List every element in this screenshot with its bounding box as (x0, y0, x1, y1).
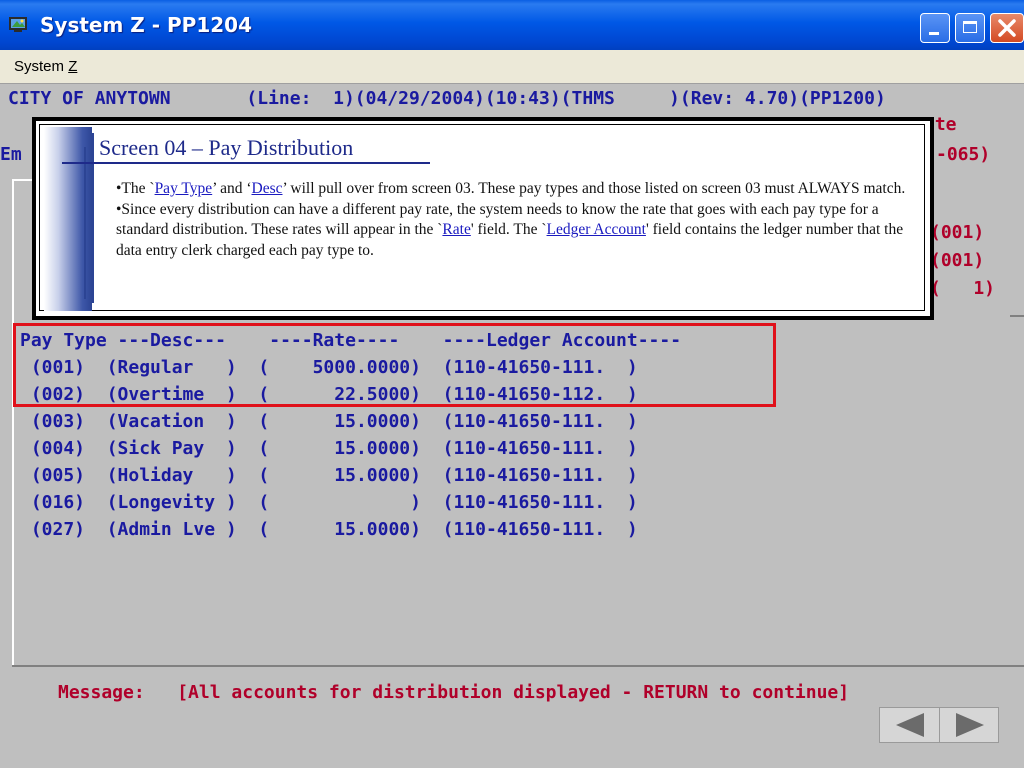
window-title: System Z - PP1204 (40, 13, 252, 37)
callout-bullet: •Since every distribution can have a dif… (116, 200, 916, 262)
frame-bottom-line (12, 665, 1024, 667)
app-icon (9, 17, 27, 32)
header-fragment-001a: (001) (930, 222, 985, 243)
frame-right-tick (1010, 315, 1024, 317)
header-fragment-001b: (001) (930, 250, 985, 271)
frame-left-line (12, 179, 14, 667)
rate-link[interactable]: Rate (442, 221, 470, 238)
next-button[interactable] (940, 708, 999, 742)
next-arrow-icon (956, 713, 984, 737)
callout-box: Screen 04 – Pay Distribution •The `Pay T… (32, 117, 934, 320)
terminal-header: CITY OF ANYTOWN (Line: 1)(04/29/2004)(10… (8, 88, 886, 109)
pay-type-link[interactable]: Pay Type (155, 180, 213, 197)
maximize-button[interactable] (955, 13, 985, 43)
table-row: (005) (Holiday ) ( 15.0000) (110-41650-1… (20, 465, 638, 486)
ledger-account-link[interactable]: Ledger Account (547, 221, 646, 238)
callout-text: ’ will pull over from screen 03. These p… (282, 180, 906, 197)
close-button[interactable] (990, 13, 1024, 43)
highlight-box (13, 323, 776, 407)
header-fragment-1: ( 1) (930, 278, 996, 299)
callout-text: •The ` (116, 180, 155, 197)
callout-title: Screen 04 – Pay Distribution (99, 135, 354, 160)
table-row: (003) (Vacation ) ( 15.0000) (110-41650-… (20, 411, 638, 432)
prev-arrow-icon (896, 713, 924, 737)
table-row: (004) (Sick Pay ) ( 15.0000) (110-41650-… (20, 438, 638, 459)
menu-system-z[interactable]: System Z (14, 58, 77, 75)
callout-text: ' field. The ` (470, 221, 547, 238)
slide-navigation (879, 707, 999, 743)
callout-side-line (84, 147, 86, 299)
header-fragment-em: Em (0, 144, 22, 165)
table-row: (016) (Longevity ) ( ) (110-41650-111. ) (20, 492, 638, 513)
minimize-button[interactable] (920, 13, 950, 43)
desc-link[interactable]: Desc (252, 180, 283, 197)
callout-bullet: •The `Pay Type’ and ‘Desc’ will pull ove… (116, 179, 916, 200)
close-icon (998, 19, 1016, 37)
menu-accelerator: Z (68, 58, 78, 75)
table-row: (027) (Admin Lve ) ( 15.0000) (110-41650… (20, 519, 638, 540)
header-fragment-065: -065) (936, 144, 991, 165)
frame-top-line (12, 179, 34, 181)
prev-button[interactable] (880, 708, 940, 742)
menu-bar: System Z (0, 50, 1024, 84)
callout-text: ’ and ‘ (212, 180, 252, 197)
callout-side-line (92, 133, 94, 303)
status-message: Message: [All accounts for distribution … (58, 682, 850, 703)
callout-panel: Screen 04 – Pay Distribution •The `Pay T… (36, 121, 930, 316)
title-bar: System Z - PP1204 (0, 0, 1024, 50)
callout-body: •The `Pay Type’ and ‘Desc’ will pull ove… (116, 179, 916, 261)
callout-title-underline (62, 162, 430, 164)
